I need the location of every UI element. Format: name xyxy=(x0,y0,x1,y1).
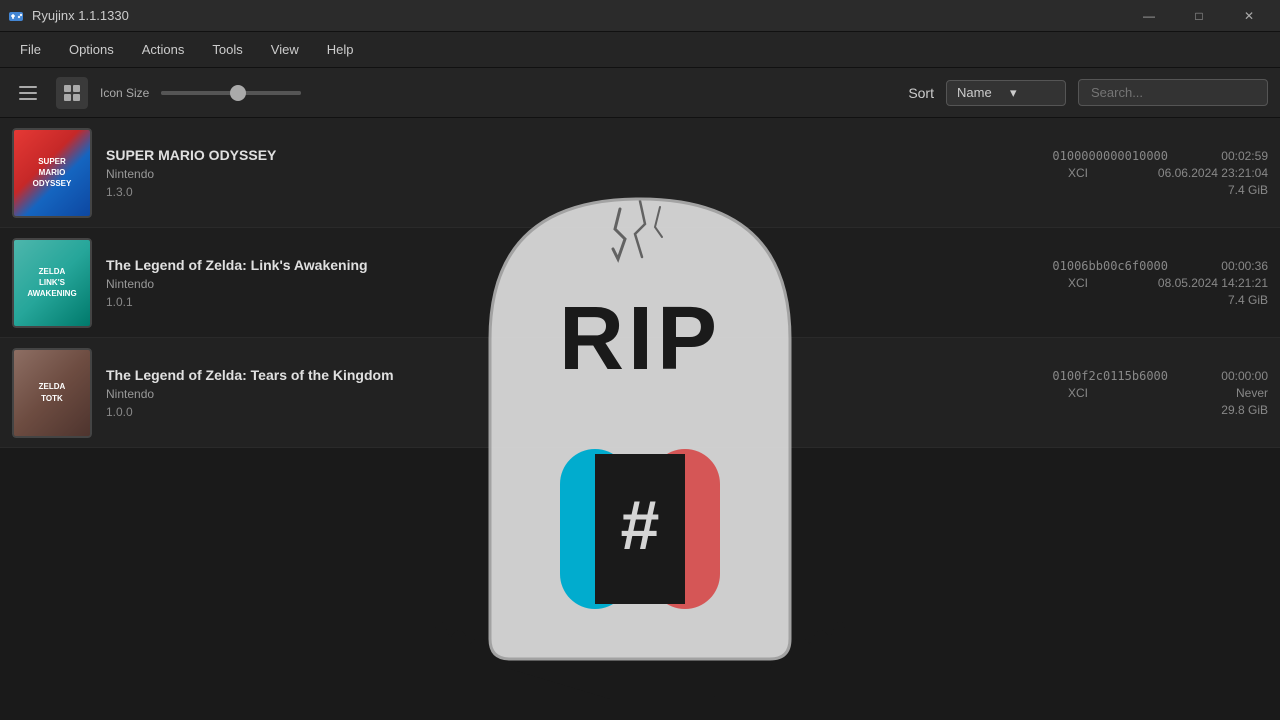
sort-dropdown[interactable]: Name ▾ xyxy=(946,80,1066,106)
cover-image: ZELDA LINK'S AWAKENING xyxy=(12,238,92,328)
game-row[interactable]: ZELDA LINK'S AWAKENING The Legend of Zel… xyxy=(0,228,1280,338)
game-meta: 01006bb00c6f0000 00:00:36 XCI 08.05.2024… xyxy=(988,259,1268,307)
hamburger-button[interactable] xyxy=(12,77,44,109)
menu-file[interactable]: File xyxy=(8,38,53,61)
menu-actions[interactable]: Actions xyxy=(130,38,197,61)
hamburger-line-1 xyxy=(19,86,37,88)
game-version: 1.3.0 xyxy=(106,185,974,199)
game-meta: 0100000000010000 00:02:59 XCI 06.06.2024… xyxy=(988,149,1268,197)
menu-help[interactable]: Help xyxy=(315,38,366,61)
game-id: 0100000000010000 xyxy=(1052,149,1168,163)
meta-row-1: 01006bb00c6f0000 00:00:36 xyxy=(1052,259,1268,273)
close-button[interactable]: ✕ xyxy=(1226,0,1272,32)
icon-size-slider[interactable] xyxy=(161,91,301,95)
game-format: XCI xyxy=(1068,386,1098,400)
cover-image: SUPER MARIO ODYSSEY xyxy=(12,128,92,218)
game-date: 08.05.2024 14:21:21 xyxy=(1128,276,1268,290)
game-title: The Legend of Zelda: Tears of the Kingdo… xyxy=(106,367,974,383)
game-list: SUPER MARIO ODYSSEY SUPER MARIO ODYSSEY … xyxy=(0,118,1280,720)
title-bar: Ryujinx 1.1.1330 — □ ✕ xyxy=(0,0,1280,32)
game-info: SUPER MARIO ODYSSEY Nintendo 1.3.0 xyxy=(106,147,974,199)
game-cover: ZELDA LINK'S AWAKENING xyxy=(12,238,92,328)
game-row[interactable]: ZELDA TOTK The Legend of Zelda: Tears of… xyxy=(0,338,1280,448)
game-size: 7.4 GiB xyxy=(1208,183,1268,197)
menu-bar: File Options Actions Tools View Help xyxy=(0,32,1280,68)
game-cover: SUPER MARIO ODYSSEY xyxy=(12,128,92,218)
game-title: SUPER MARIO ODYSSEY xyxy=(106,147,974,163)
game-format: XCI xyxy=(1068,276,1098,290)
game-time: 00:00:00 xyxy=(1198,369,1268,383)
menu-options[interactable]: Options xyxy=(57,38,126,61)
app-icon xyxy=(8,8,24,24)
game-id: 0100f2c0115b6000 xyxy=(1052,369,1168,383)
maximize-button[interactable]: □ xyxy=(1176,0,1222,32)
game-developer: Nintendo xyxy=(106,277,974,291)
menu-view[interactable]: View xyxy=(259,38,311,61)
grid-icon xyxy=(63,84,81,102)
chevron-down-icon: ▾ xyxy=(1010,85,1055,101)
game-row[interactable]: SUPER MARIO ODYSSEY SUPER MARIO ODYSSEY … xyxy=(0,118,1280,228)
game-size: 29.8 GiB xyxy=(1208,403,1268,417)
meta-row-3: 7.4 GiB xyxy=(1178,293,1268,307)
game-title: The Legend of Zelda: Link's Awakening xyxy=(106,257,974,273)
meta-row-3: 7.4 GiB xyxy=(1178,183,1268,197)
title-bar-left: Ryujinx 1.1.1330 xyxy=(8,8,129,24)
game-format: XCI xyxy=(1068,166,1098,180)
toolbar: Icon Size Sort Name ▾ xyxy=(0,68,1280,118)
meta-row-1: 0100000000010000 00:02:59 xyxy=(1052,149,1268,163)
title-bar-controls: — □ ✕ xyxy=(1126,0,1272,32)
game-size: 7.4 GiB xyxy=(1208,293,1268,307)
search-input[interactable] xyxy=(1078,79,1268,106)
hamburger-line-2 xyxy=(19,92,37,94)
meta-row-2: XCI 06.06.2024 23:21:04 xyxy=(1068,166,1268,180)
game-version: 1.0.1 xyxy=(106,295,974,309)
app-title: Ryujinx 1.1.1330 xyxy=(32,8,129,23)
game-date: 06.06.2024 23:21:04 xyxy=(1128,166,1268,180)
slider-thumb[interactable] xyxy=(230,85,246,101)
game-info: The Legend of Zelda: Link's Awakening Ni… xyxy=(106,257,974,309)
cover-image: ZELDA TOTK xyxy=(12,348,92,438)
meta-row-1: 0100f2c0115b6000 00:00:00 xyxy=(1052,369,1268,383)
sort-label: Sort xyxy=(908,85,934,101)
game-cover: ZELDA TOTK xyxy=(12,348,92,438)
game-date: Never xyxy=(1128,386,1268,400)
meta-row-3: 29.8 GiB xyxy=(1178,403,1268,417)
slider-track xyxy=(161,91,301,95)
game-time: 00:02:59 xyxy=(1198,149,1268,163)
game-developer: Nintendo xyxy=(106,387,974,401)
icon-size-label: Icon Size xyxy=(100,86,149,100)
hamburger-line-3 xyxy=(19,98,37,100)
meta-row-2: XCI 08.05.2024 14:21:21 xyxy=(1068,276,1268,290)
game-developer: Nintendo xyxy=(106,167,974,181)
minimize-button[interactable]: — xyxy=(1126,0,1172,32)
sort-value: Name xyxy=(957,85,1002,100)
game-id: 01006bb00c6f0000 xyxy=(1052,259,1168,273)
meta-row-2: XCI Never xyxy=(1068,386,1268,400)
game-version: 1.0.0 xyxy=(106,405,974,419)
game-time: 00:00:36 xyxy=(1198,259,1268,273)
svg-text:#: # xyxy=(621,486,660,564)
game-meta: 0100f2c0115b6000 00:00:00 XCI Never 29.8… xyxy=(988,369,1268,417)
grid-view-button[interactable] xyxy=(56,77,88,109)
menu-tools[interactable]: Tools xyxy=(200,38,254,61)
game-info: The Legend of Zelda: Tears of the Kingdo… xyxy=(106,367,974,419)
